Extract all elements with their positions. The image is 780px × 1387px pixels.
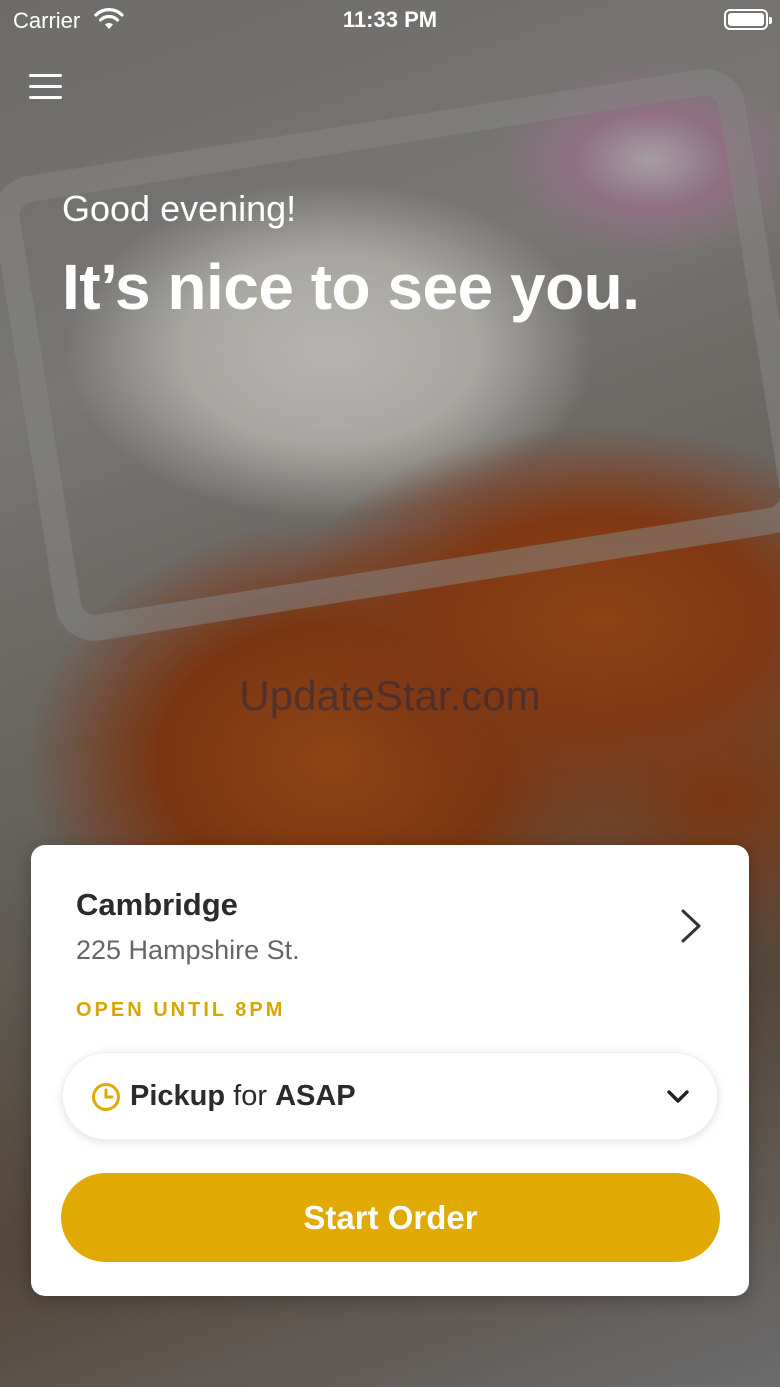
- order-connector: for: [233, 1080, 267, 1112]
- chevron-down-icon: [667, 1090, 689, 1103]
- clock-icon: [92, 1083, 120, 1111]
- order-time: ASAP: [275, 1080, 356, 1112]
- status-bar: Carrier 11:33 PM: [0, 0, 780, 40]
- order-type: Pickup: [130, 1080, 226, 1112]
- location-name: Cambridge: [76, 887, 238, 922]
- status-time: 11:33 PM: [342, 7, 438, 32]
- location-selector[interactable]: Cambridge 225 Hampshire St.: [31, 845, 749, 975]
- watermark: UpdateStar.com: [239, 672, 541, 719]
- battery-icon: [724, 9, 772, 30]
- start-order-button[interactable]: Start Order: [61, 1173, 720, 1262]
- hours-label: OPEN UNTIL 8PM: [76, 999, 286, 1021]
- order-mode-text: Pickup for ASAP: [130, 1080, 356, 1113]
- greeting-text: Good evening!: [62, 188, 297, 229]
- location-card: Cambridge 225 Hampshire St. OPEN UNTIL 8…: [31, 845, 749, 1296]
- location-address: 225 Hampshire St.: [76, 935, 300, 965]
- chevron-right-icon: [681, 909, 701, 943]
- headline-text: It’s nice to see you.: [62, 251, 640, 323]
- order-mode-selector[interactable]: Pickup for ASAP: [62, 1052, 718, 1140]
- menu-button[interactable]: [29, 74, 62, 104]
- hamburger-icon: [29, 74, 62, 77]
